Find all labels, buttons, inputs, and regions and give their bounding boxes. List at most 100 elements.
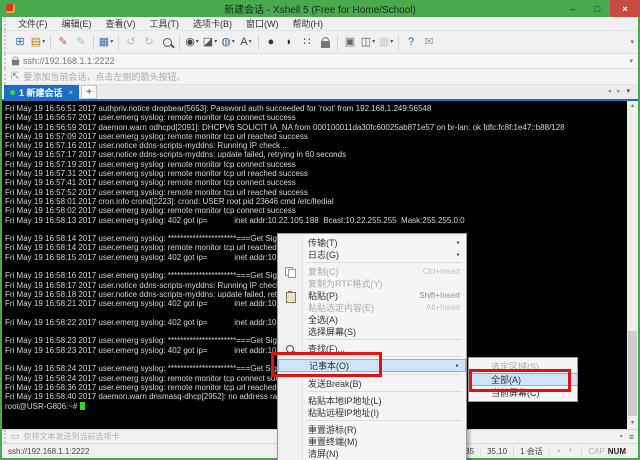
menu-帮助H[interactable]: 帮助(H) — [286, 17, 331, 30]
new-window-icon[interactable]: ◫▾ — [360, 34, 376, 51]
context-menu-item-选择屏幕S[interactable]: 选择屏幕(S) — [278, 325, 466, 337]
minimize-button[interactable]: – — [560, 0, 585, 17]
layout-icon[interactable]: ▥▾ — [378, 34, 394, 51]
address-input[interactable]: ssh://192.168.1.1:2222 — [23, 56, 115, 66]
font-icon[interactable]: A▾ — [238, 34, 254, 51]
maximize-button[interactable]: □ — [585, 0, 610, 17]
tab-list-icon[interactable]: ▾ — [626, 87, 630, 95]
tab-scroll-right-icon[interactable]: ▸ — [617, 87, 621, 95]
menu-文件F[interactable]: 文件(F) — [11, 17, 55, 30]
annotation-box-notepad — [271, 352, 382, 377]
help-icon[interactable]: ? — [403, 34, 419, 51]
find-icon[interactable] — [159, 34, 175, 51]
context-menu-item-粘贴本地IP地址L[interactable]: 粘贴本地IP地址(L) — [278, 394, 466, 406]
toolbar: ⊞▤▾ ✎✎ ▦▾ ↺↻ ◉▾◪▾◍▾A▾ ●◗∷ ▣◫▾▥▾?✉ ▾ — [2, 31, 638, 54]
menu-编辑E[interactable]: 编辑(E) — [55, 17, 99, 30]
terminal-line: Fri May 19 16:57:16 2017 user.notice ddn… — [5, 141, 638, 150]
compose-bar-text[interactable]: 仅将文本发送到当前选项卡 — [24, 431, 120, 442]
toolbar-separator — [337, 35, 338, 50]
toolbar-separator — [179, 35, 180, 50]
context-menu-item-重置终端M[interactable]: 重置终端(M) — [278, 435, 466, 447]
open-session-icon[interactable]: ▤▾ — [30, 34, 46, 51]
menu-查看V[interactable]: 查看(V) — [99, 17, 143, 30]
new-session-icon[interactable]: ⊞ — [12, 34, 28, 51]
paste-icon — [284, 291, 296, 301]
num-lock-indicator: NUM — [608, 447, 626, 456]
screenshot-icon[interactable]: ▣ — [342, 34, 358, 51]
context-menu-item-粘贴远程IP地址I[interactable]: 粘贴远程IP地址(I) — [278, 406, 466, 418]
menu-bar: 文件(F)编辑(E)查看(V)工具(T)选项卡(B)窗口(W)帮助(H) — [2, 17, 638, 31]
status-cursor-position: 35,10 — [480, 447, 513, 456]
context-menu-item-清屏N[interactable]: 清屏(N) — [278, 447, 466, 459]
terminal-line: Fri May 19 16:57:17 2017 user.notice ddn… — [5, 150, 638, 159]
caps-lock-indicator: CAP — [588, 447, 604, 456]
session-status-icon — [10, 90, 15, 95]
context-menu-item-发送BreakB[interactable]: 发送Break(B) — [278, 377, 466, 389]
status-connection: ssh://192.168.1.1:2222 — [8, 447, 89, 456]
encoding-icon[interactable]: ◍▾ — [220, 34, 236, 51]
context-menu-item-传输T[interactable]: 传输(T)▸ — [278, 236, 466, 248]
feedback-icon[interactable]: ✉ — [421, 34, 437, 51]
user-icon[interactable]: ◪▾ — [202, 34, 218, 51]
theme-icon[interactable]: ◗ — [281, 34, 297, 51]
keymap-icon[interactable]: ● — [263, 34, 279, 51]
context-menu-item-日志G[interactable]: 日志(G)▸ — [278, 248, 466, 260]
menu-separator — [306, 420, 462, 421]
menu-窗口W[interactable]: 窗口(W) — [239, 17, 286, 30]
session-properties-icon[interactable]: ▦▾ — [98, 34, 114, 51]
terminal-scrollbar[interactable]: ▴ ▾ — [627, 101, 638, 429]
new-tab-button[interactable]: + — [81, 85, 97, 99]
toolbar-overflow-icon[interactable]: ▾ — [630, 38, 634, 46]
lock-icon[interactable] — [317, 34, 333, 51]
tab-bar: 1 新建会话 × + ◂ ▸ ▾ — [2, 85, 638, 101]
tab-label: 1 新建会话 — [19, 86, 63, 99]
add-session-icon[interactable]: ⇱ — [11, 71, 19, 82]
compose-input-icon: ▭ — [11, 431, 20, 442]
scroll-down-icon[interactable]: ▾ — [627, 418, 638, 429]
address-dropdown-icon[interactable]: ▾ — [629, 57, 633, 65]
menu-grip — [4, 17, 9, 30]
submenu-arrow-icon: ▸ — [457, 251, 460, 258]
compose-grip — [4, 430, 9, 443]
toolbar-grip — [4, 31, 9, 53]
undo-icon[interactable]: ↺ — [123, 34, 139, 51]
info-bar-text: 要添加当前会话，点击左侧的箭头按钮。 — [23, 70, 185, 83]
edit-icon[interactable]: ✎ — [73, 34, 89, 51]
tab-scroll-left-icon[interactable]: ◂ — [607, 87, 611, 95]
toolbar-separator — [258, 35, 259, 50]
terminal-cursor — [80, 402, 85, 410]
toolbar-separator — [93, 35, 94, 50]
scrollbar-thumb[interactable] — [628, 331, 637, 416]
terminal-line: Fri May 19 16:57:09 2017 user.emerg sysl… — [5, 132, 638, 141]
window-title: 新建会话 - Xshell 5 (Free for Home/School) — [0, 1, 640, 16]
tab-close-icon[interactable]: × — [69, 88, 74, 97]
annotation-box-all — [469, 369, 571, 392]
compose-list-icon[interactable]: ≡ — [629, 432, 634, 442]
toolbar-separator — [50, 35, 51, 50]
compose-dropdown-icon[interactable]: ▾ — [620, 433, 623, 440]
quick-connect-icon[interactable]: ✎ — [55, 34, 71, 51]
menu-separator — [306, 339, 462, 340]
menu-工具T[interactable]: 工具(T) — [143, 17, 187, 30]
terminal-line: Fri May 19 16:58:02 2017 user.emerg sysl… — [5, 206, 638, 215]
toolbar-separator — [118, 35, 119, 50]
redo-icon[interactable]: ↻ — [141, 34, 157, 51]
scroll-up-icon[interactable]: ▴ — [627, 101, 638, 112]
toolbar-separator — [398, 35, 399, 50]
context-menu-item-重置游标R[interactable]: 重置游标(R) — [278, 423, 466, 435]
info-grip — [4, 69, 9, 84]
close-button[interactable]: × — [610, 0, 640, 17]
submenu-arrow-icon: ▸ — [457, 239, 460, 246]
menu-separator — [306, 391, 462, 392]
context-menu-item-粘贴选定内容E: 粘贴选定内容(E)Alt+Insert — [278, 301, 466, 313]
context-menu-item-全选A[interactable]: 全选(A) — [278, 313, 466, 325]
terminal-line: Fri May 19 16:57:52 2017 user.emerg sysl… — [5, 188, 638, 197]
context-menu-item-复制C: 复制(C)Ctrl+Insert — [278, 265, 466, 277]
address-icon[interactable]: ◉▾ — [184, 34, 200, 51]
menu-选项卡B[interactable]: 选项卡(B) — [186, 17, 239, 30]
terminal-line: Fri May 19 16:57:41 2017 user.emerg sysl… — [5, 178, 638, 187]
fullscreen-icon[interactable]: ∷ — [299, 34, 315, 51]
submenu-arrow-icon: ▸ — [456, 362, 459, 369]
tab-session-1[interactable]: 1 新建会话 × — [4, 85, 79, 99]
context-menu-item-粘贴P[interactable]: 粘贴(P)Shift+Insert — [278, 289, 466, 301]
